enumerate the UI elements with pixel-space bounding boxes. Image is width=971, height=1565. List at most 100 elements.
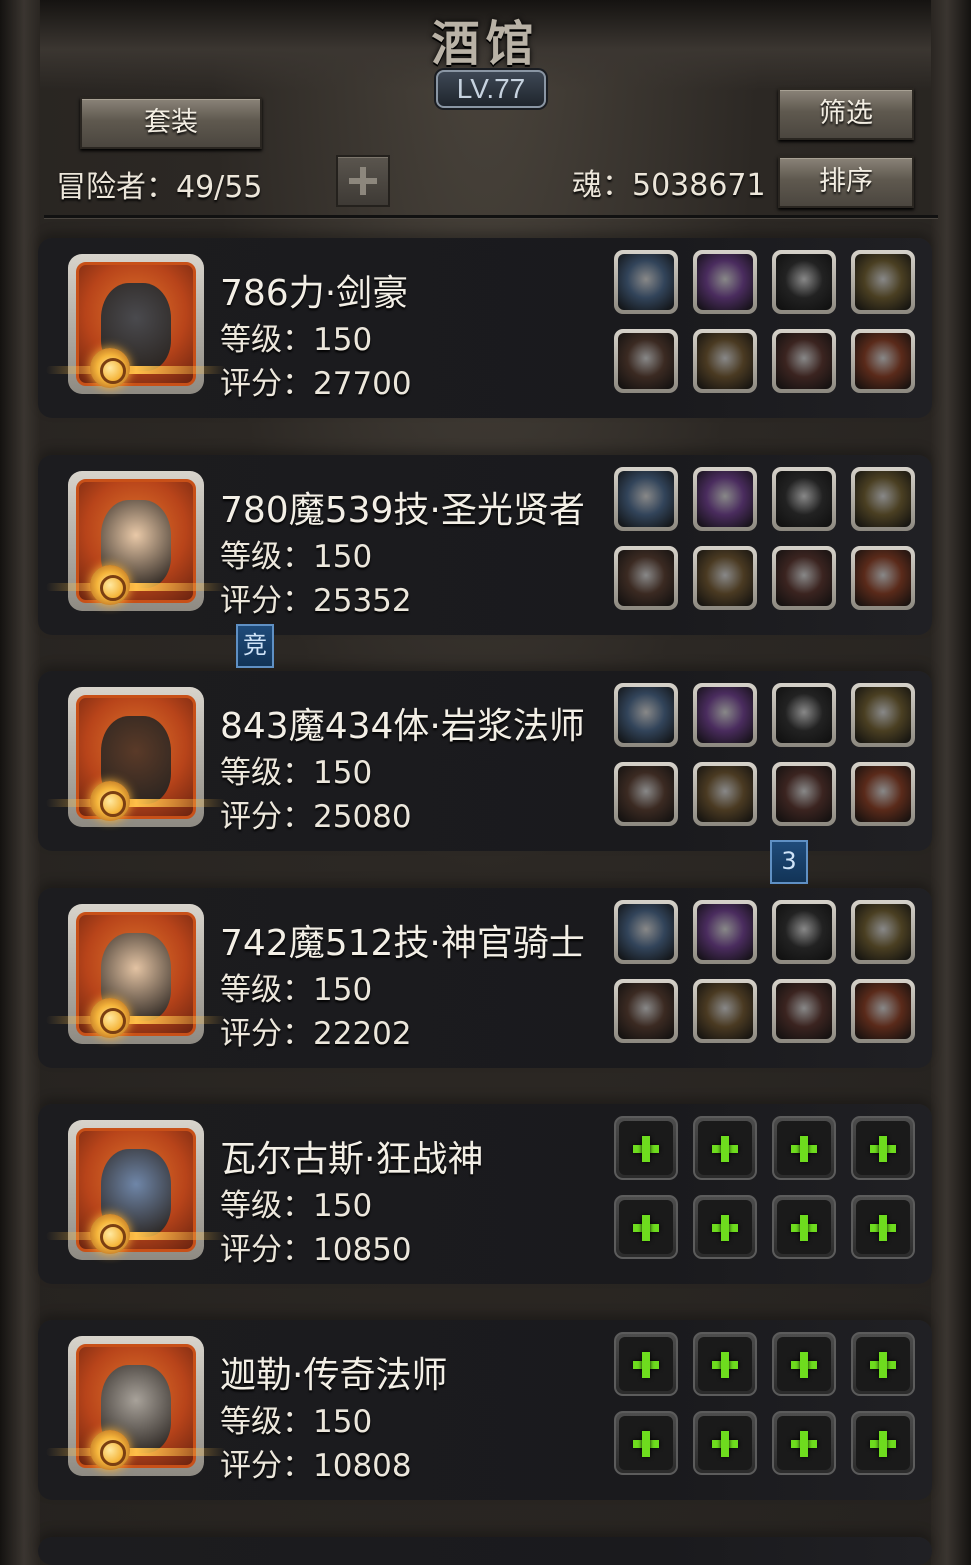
add-equipment-slot[interactable]	[693, 1411, 757, 1475]
equipment-slot[interactable]	[772, 250, 836, 314]
add-equipment-slot[interactable]	[772, 1332, 836, 1396]
add-equipment-slot[interactable]	[614, 1116, 678, 1180]
rank-medal-icon	[90, 1214, 130, 1254]
equipment-slot[interactable]	[693, 250, 757, 314]
equipment-slot[interactable]	[614, 900, 678, 964]
equipment-slot[interactable]	[851, 683, 915, 747]
equipment-slot[interactable]	[693, 329, 757, 393]
add-equipment-slot[interactable]	[614, 1411, 678, 1475]
hero-card[interactable]: 780魔539技·圣光贤者 等级：150 评分：25352	[38, 455, 932, 635]
add-equipment-slot[interactable]	[772, 1116, 836, 1180]
equipment-slot[interactable]	[851, 467, 915, 531]
purple-gem-icon	[697, 254, 753, 310]
hero-score: 评分：10850	[220, 1232, 412, 1268]
equipment-slot[interactable]	[851, 250, 915, 314]
add-adventurer-button[interactable]	[336, 155, 390, 207]
hero-score: 评分：25080	[220, 799, 412, 835]
equipment-slot[interactable]	[693, 762, 757, 826]
hero-card[interactable]: 瓦尔古斯·狂战神 等级：150 评分：10850	[38, 1104, 932, 1284]
equipment-slot[interactable]	[851, 546, 915, 610]
red-pendant-icon	[776, 550, 832, 606]
equipment-slots	[614, 467, 920, 625]
add-plus-icon	[698, 1337, 752, 1391]
count-marker: 3	[770, 840, 808, 884]
equipment-slot[interactable]	[772, 329, 836, 393]
equipment-slot[interactable]	[772, 683, 836, 747]
hero-score: 评分：22202	[220, 1016, 412, 1052]
add-equipment-slot[interactable]	[693, 1195, 757, 1259]
add-plus-icon	[777, 1337, 831, 1391]
hero-name: 843魔434体·岩浆法师	[220, 706, 585, 747]
mace-icon	[618, 550, 674, 606]
equipment-slot[interactable]	[851, 979, 915, 1043]
hero-level: 等级：150	[220, 322, 373, 358]
hero-score: 评分：25352	[220, 583, 412, 619]
equipment-slot[interactable]	[851, 329, 915, 393]
hero-name: 迦勒·传奇法师	[220, 1355, 448, 1396]
add-equipment-slot[interactable]	[772, 1195, 836, 1259]
rank-flare	[46, 1448, 226, 1456]
hero-card[interactable]: 742魔512技·神官骑士 等级：150 评分：22202	[38, 888, 932, 1068]
add-equipment-slot[interactable]	[693, 1116, 757, 1180]
equipment-slot[interactable]	[772, 467, 836, 531]
cloud-ring-icon	[618, 471, 674, 527]
hero-card[interactable]: 843魔434体·岩浆法师 等级：150 评分：25080	[38, 671, 932, 851]
hero-score: 评分：10808	[220, 1448, 412, 1484]
equipment-slot[interactable]	[614, 979, 678, 1043]
add-equipment-slot[interactable]	[851, 1195, 915, 1259]
rank-flare	[46, 366, 226, 374]
add-equipment-slot[interactable]	[772, 1411, 836, 1475]
equipment-slot[interactable]	[693, 979, 757, 1043]
add-equipment-slot[interactable]	[614, 1195, 678, 1259]
equipment-slot[interactable]	[693, 467, 757, 531]
hero-name: 瓦尔古斯·狂战神	[220, 1139, 484, 1180]
right-frame-ornament	[931, 0, 971, 1565]
add-plus-icon	[856, 1416, 910, 1470]
dagger-icon	[855, 904, 911, 960]
blue-vase-icon	[855, 471, 911, 527]
add-plus-icon	[777, 1416, 831, 1470]
add-equipment-slot[interactable]	[693, 1332, 757, 1396]
add-equipment-slot[interactable]	[851, 1332, 915, 1396]
add-equipment-slot[interactable]	[614, 1332, 678, 1396]
equipment-slot[interactable]	[614, 762, 678, 826]
equipment-slot[interactable]	[772, 979, 836, 1043]
add-equipment-slot[interactable]	[851, 1411, 915, 1475]
add-plus-icon	[856, 1200, 910, 1254]
add-equipment-slot[interactable]	[851, 1116, 915, 1180]
lantern-icon	[776, 904, 832, 960]
rank-medal-icon	[90, 998, 130, 1038]
equipment-slot[interactable]	[772, 762, 836, 826]
tavern-screen: 酒馆 LV.77 套装 筛选 排序 冒险者：49/55 魂：5038671 78…	[0, 0, 971, 1565]
equipment-slots	[614, 1116, 920, 1274]
sort-button[interactable]: 排序	[778, 156, 914, 208]
equipment-slot[interactable]	[693, 683, 757, 747]
equipment-slot[interactable]	[693, 900, 757, 964]
equipment-slot[interactable]	[772, 900, 836, 964]
hero-card[interactable]: 迦勒·传奇法师 等级：150 评分：10808	[38, 1320, 932, 1500]
rank-medal-icon	[90, 1430, 130, 1470]
equipment-slot[interactable]	[614, 250, 678, 314]
add-plus-icon	[777, 1121, 831, 1175]
filter-button[interactable]: 筛选	[778, 88, 914, 140]
hero-name: 780魔539技·圣光贤者	[220, 490, 585, 531]
equipment-slot[interactable]	[772, 546, 836, 610]
rank-flare	[46, 583, 226, 591]
hero-level: 等级：150	[220, 1188, 373, 1224]
add-plus-icon	[856, 1337, 910, 1391]
equipment-slot[interactable]	[851, 762, 915, 826]
equipment-slot[interactable]	[693, 546, 757, 610]
soul-count: 魂：5038671	[572, 168, 766, 203]
rank-medal-icon	[90, 565, 130, 605]
equipment-slot[interactable]	[614, 546, 678, 610]
equipment-slot[interactable]	[851, 900, 915, 964]
hero-level: 等级：150	[220, 1404, 373, 1440]
staff-icon	[618, 766, 674, 822]
hero-card[interactable]: 786力·剑豪 等级：150 评分：27700	[38, 238, 932, 418]
hero-level: 等级：150	[220, 972, 373, 1008]
equipment-slot[interactable]	[614, 683, 678, 747]
hero-card-partial[interactable]	[38, 1537, 932, 1565]
set-button[interactable]: 套装	[80, 97, 262, 149]
equipment-slot[interactable]	[614, 329, 678, 393]
equipment-slot[interactable]	[614, 467, 678, 531]
